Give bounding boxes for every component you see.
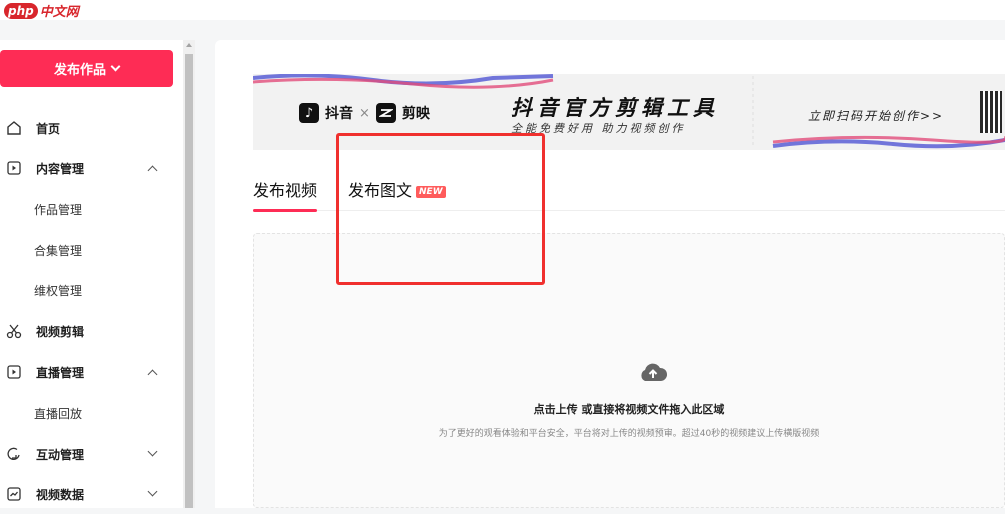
douyin-logo-icon: ♪	[299, 103, 319, 123]
capcut-label: 剪映	[401, 106, 430, 122]
sidebar-item-label: 作品管理	[34, 202, 83, 217]
upload-hint: 为了更好的观看体验和平台安全，平台将对上传的视频预审。超过40秒的视频建议上传横…	[438, 429, 820, 439]
sidebar-item-label: 首页	[36, 121, 61, 136]
chevron-down-icon	[147, 446, 158, 457]
scroll-up-arrow-icon[interactable]	[186, 43, 192, 47]
sidebar-item-collection-management[interactable]: 合集管理	[34, 230, 82, 270]
sidebar-item-label: 维权管理	[34, 283, 83, 298]
logo-badge: php	[4, 2, 38, 19]
sidebar-item-rights-management[interactable]: 维权管理	[34, 270, 82, 310]
sidebar-item-interaction-management[interactable]: 互动管理	[0, 434, 173, 474]
sidebar-item-label: 合集管理	[34, 243, 83, 258]
main-panel: ♪ 抖音 × 剪映 抖音官方剪辑工具 全能免费好用 助力视频创作 立即扫码开始创…	[215, 40, 1005, 508]
scroll-thumb[interactable]	[185, 54, 193, 508]
logo-text: 中文网	[39, 5, 79, 20]
publish-button[interactable]: 发布作品	[0, 50, 173, 87]
times-symbol: ×	[359, 105, 370, 121]
sidebar-item-label: 内容管理	[36, 161, 85, 176]
tab-label: 发布视频	[253, 181, 318, 200]
sidebar-item-label: 视频数据	[36, 487, 85, 502]
banner-title: 抖音官方剪辑工具	[511, 96, 719, 120]
sidebar-item-video-data[interactable]: 视频数据	[0, 474, 173, 514]
site-logo[interactable]: php 中文网	[4, 1, 79, 20]
douyin-label: 抖音	[325, 106, 353, 122]
sidebar-item-label: 直播管理	[36, 365, 85, 380]
upload-instruction: 点击上传 或直接将视频文件拖入此区域	[533, 403, 725, 416]
sidebar-scrollbar[interactable]	[183, 40, 195, 508]
banner-cta[interactable]: 立即扫码开始创作>>	[808, 107, 944, 124]
sidebar-item-live-replay[interactable]: 直播回放	[34, 393, 82, 433]
chevron-down-icon	[110, 61, 121, 72]
publish-button-label: 发布作品	[53, 63, 106, 78]
sidebar-item-content-management[interactable]: 内容管理	[0, 148, 173, 188]
qr-code-icon	[980, 91, 1002, 133]
chevron-down-icon	[147, 486, 158, 497]
sidebar-item-works-management[interactable]: 作品管理	[34, 189, 82, 229]
play-box-icon	[6, 160, 22, 176]
sidebar-item-home[interactable]: 首页	[0, 108, 173, 148]
banner-brand-row: ♪ 抖音 × 剪映	[299, 103, 430, 123]
cloud-upload-icon	[641, 363, 668, 381]
sidebar-item-live-management[interactable]: 直播管理	[0, 352, 173, 392]
home-icon	[6, 120, 22, 136]
sidebar: 发布作品 首页 内容管理 作品管理 合集管理 维权管理 视频剪辑 直播管理 直播…	[0, 40, 183, 508]
top-bar: php 中文网	[0, 0, 1005, 20]
sidebar-item-label: 视频剪辑	[36, 324, 85, 339]
capcut-logo-icon	[375, 103, 396, 123]
chevron-up-icon	[147, 165, 158, 176]
chat-icon	[6, 446, 22, 462]
scissors-icon	[6, 323, 22, 339]
sidebar-item-label: 直播回放	[34, 406, 83, 421]
chevron-up-icon	[147, 369, 158, 380]
play-box-icon	[6, 364, 22, 380]
red-highlight-box	[336, 133, 545, 285]
sidebar-item-label: 互动管理	[36, 447, 85, 462]
chart-icon	[6, 486, 22, 502]
sidebar-item-video-editing[interactable]: 视频剪辑	[0, 311, 173, 351]
tab-publish-video[interactable]: 发布视频	[253, 177, 318, 212]
